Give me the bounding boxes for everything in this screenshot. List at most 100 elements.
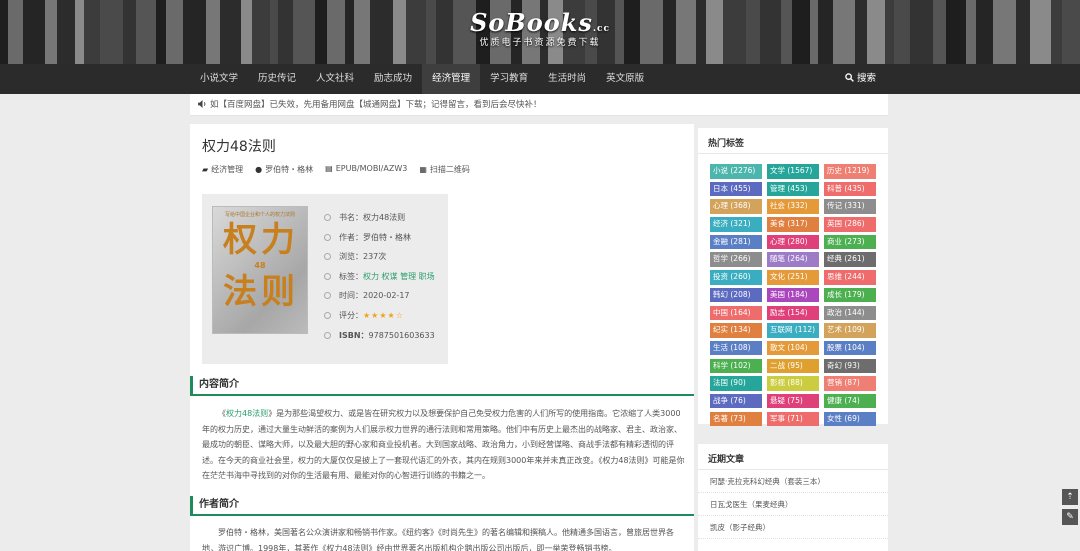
hot-tag[interactable]: 思维 (244) [824,270,876,285]
meta-category[interactable]: ▰ 经济管理 [202,164,243,175]
hot-tag[interactable]: 中国 (164) [710,305,762,320]
post-content: 权力48法则 ▰ 经济管理 ● 罗伯特・格林 ▤ EPUB/MOBI/AZW3 ▦ 扫描… [190,124,694,551]
hot-tag[interactable]: 日本 (455) [710,181,762,197]
hot-tag[interactable]: 法国 (90) [710,376,762,391]
arrow-up-icon: ⇡ [1066,492,1074,502]
back-to-top-button[interactable]: ⇡ [1062,489,1078,505]
hot-tag[interactable]: 心理 (368) [710,199,762,214]
hot-tag[interactable]: 二战 (95) [767,358,819,374]
feedback-button[interactable]: ✎ [1062,509,1078,525]
hot-tag[interactable]: 政治 (144) [824,305,876,320]
star-rating-icon: ★★★★☆ [363,310,404,320]
hot-tag[interactable]: 金融 (281) [710,234,762,250]
info-name: 书名：权力48法则 [324,208,435,228]
search-icon [845,73,854,82]
hot-tag[interactable]: 传记 (331) [824,199,876,214]
hot-tag[interactable]: 名著 (73) [710,411,762,427]
nav-item-economics[interactable]: 经济管理 [422,64,481,94]
hot-tag[interactable]: 散文 (104) [767,340,819,356]
nav-item-english[interactable]: 英文原版 [596,64,654,94]
hot-tags-grid: 小说 (2276) 文学 (1567) 历史 (1219) 日本 (455) 管理 (4… [710,164,878,427]
bullet-icon [324,214,331,221]
hot-tag[interactable]: 哲学 (266) [710,252,762,267]
book-cover: 写给中国企业和个人的权力法则 权力 48 法则 [212,206,308,334]
search-button[interactable]: 搜索 [845,64,876,94]
hot-tag[interactable]: 文化 (251) [767,270,819,285]
cover-top-text: 写给中国企业和个人的权力法则 [224,212,295,218]
bullet-icon [324,331,331,339]
hot-tag[interactable]: 营销 (87) [824,376,876,391]
meta-author: ● 罗伯特・格林 [255,165,314,174]
recent-post-link[interactable]: 日瓦戈医生（果麦经典） [698,493,888,516]
hot-tag[interactable]: 奇幻 (93) [824,358,876,374]
hot-tag[interactable]: 纪实 (134) [710,323,762,338]
info-rating: 评分：★★★★☆ [324,306,435,326]
hot-tag[interactable]: 经济 (321) [710,217,762,232]
recent-posts-widget: 近期文章 阿瑟·克拉克科幻经典（套装三本） 日瓦戈医生（果麦经典） 凯皮（影子经… [698,444,888,551]
hot-tag[interactable]: 健康 (74) [824,393,876,409]
recent-post-link[interactable]: 凯皮（影子经典） [698,516,888,539]
qrcode-icon: ▦ [419,165,427,174]
bullet-icon [324,272,331,280]
hot-tag[interactable]: 成长 (179) [824,287,876,303]
hot-tag[interactable]: 英国 (286) [824,217,876,232]
nav-item-fiction[interactable]: 小说文学 [190,64,248,94]
site-tagline: 优质电子书资源免费下载 [479,38,601,48]
info-author: 作者：罗伯特・格林 [324,228,435,248]
notice-text: 如【百度网盘】已失效，先用备用网盘【城通网盘】下载；记得留言，看到后会尽快补！ [210,100,542,110]
meta-qrcode[interactable]: ▦ 扫描二维码 [419,164,470,175]
cover-number: 48 [254,261,266,270]
hot-tag[interactable]: 经典 (261) [824,252,876,267]
nav-item-humanities[interactable]: 人文社科 [306,64,364,94]
hot-tag[interactable]: 军事 (71) [767,411,819,427]
hot-tag[interactable]: 励志 (154) [767,305,819,320]
info-tags: 标签：权力 权谋 管理 职场 [324,267,435,287]
hot-tags-title: 热门标签 [698,128,888,154]
recent-post-link[interactable]: 阿瑟·克拉克科幻经典（套装三本） [698,470,888,493]
cover-title-line1: 权力 [223,220,299,260]
hot-tag[interactable]: 心理 (280) [767,234,819,250]
header-banner: SoBooks.cc 优质电子书资源免费下载 [0,0,1080,64]
hot-tag[interactable]: 商业 (273) [824,234,876,250]
hot-tag[interactable]: 历史 (1219) [824,164,876,179]
recent-posts-title: 近期文章 [698,444,888,470]
hot-tag[interactable]: 管理 (453) [767,181,819,197]
hot-tag[interactable]: 美食 (317) [767,217,819,232]
nav-item-lifestyle[interactable]: 生活时尚 [538,64,596,94]
bullet-icon [324,233,331,241]
notice-bar: 如【百度网盘】已失效，先用备用网盘【城通网盘】下载；记得留言，看到后会尽快补！ [190,94,888,116]
hot-tag[interactable]: 美国 (184) [767,287,819,303]
author-heading: 作者简介 [190,496,694,516]
meta-format: ▤ EPUB/MOBI/AZW3 [325,164,408,173]
logo-suffix: .cc [592,24,610,34]
nav-item-history[interactable]: 历史传记 [248,64,306,94]
bullet-icon [324,292,331,300]
hot-tag[interactable]: 韩幻 (208) [710,287,762,303]
hot-tag[interactable]: 战争 (76) [710,393,762,409]
hot-tag[interactable]: 女性 (69) [824,411,876,427]
hot-tag[interactable]: 文学 (1567) [767,164,819,179]
hot-tag[interactable]: 科学 (102) [710,358,762,374]
hot-tag[interactable]: 互联网 (112) [767,323,819,338]
logo-text: SoBooks [470,8,593,37]
user-icon: ● [255,165,263,174]
hot-tag[interactable]: 小说 (2276) [710,164,762,179]
hot-tag[interactable]: 社会 (332) [767,199,819,214]
hot-tag[interactable]: 生活 (108) [710,340,762,356]
page-title: 权力48法则 [202,139,276,155]
site-logo[interactable]: SoBooks.cc 优质电子书资源免费下载 [0,8,1080,48]
hot-tag[interactable]: 投资 (260) [710,270,762,285]
hot-tag[interactable]: 艺术 (109) [824,323,876,338]
info-tag-links[interactable]: 权力 权谋 管理 职场 [363,272,435,281]
hot-tag[interactable]: 科普 (435) [824,181,876,197]
hot-tag[interactable]: 股票 (104) [824,340,876,356]
nav-item-education[interactable]: 学习教育 [480,64,538,94]
nav-item-success[interactable]: 励志成功 [364,64,422,94]
bullet-icon [324,253,331,261]
folder-icon: ▰ [202,165,209,174]
intro-paragraph: 《权力48法则》是为那些渴望权力、或是皆在研究权力以及想要保护自己免受权力危害的… [202,409,685,480]
hot-tag[interactable]: 影视 (88) [767,376,819,391]
hot-tag[interactable]: 悬疑 (75) [767,393,819,409]
hot-tag[interactable]: 随笔 (264) [767,252,819,267]
post-meta: ▰ 经济管理 ● 罗伯特・格林 ▤ EPUB/MOBI/AZW3 ▦ 扫描二维码 [202,164,470,175]
